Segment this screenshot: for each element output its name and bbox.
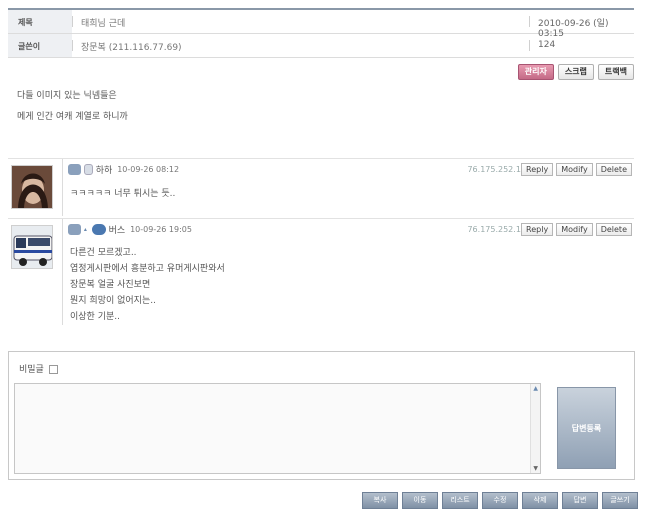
title-label: 제목 (8, 10, 72, 33)
trackback-button[interactable]: 트랙백 (597, 64, 634, 80)
modify-button[interactable]: Modify (556, 163, 593, 176)
comment-ip: 76.175.252.17 (467, 225, 526, 234)
avatar[interactable] (11, 225, 53, 269)
nickname-image-icon (91, 224, 106, 235)
comment-buttons: Reply Modify Delete (521, 163, 632, 176)
post-action-buttons: 관리자 스크랩 트랙백 (517, 64, 634, 80)
post-info-table: 제목 태희님 근데 2010-09-26 (일) 03:15 글쓴이 장문복 (… (8, 8, 634, 58)
comment-line: 이상한 기분.. (70, 312, 120, 322)
comment-date: 10-09-26 19:05 (130, 225, 192, 234)
comment-ip: 76.175.252.17 (467, 165, 526, 174)
view-count: 124 (538, 40, 556, 50)
comment-line: 뭔지 희망이 없어지는.. (70, 296, 156, 306)
scrap-button[interactable]: 스크랩 (557, 64, 594, 80)
post-title: 태희님 근데 (81, 19, 126, 29)
secret-checkbox[interactable] (48, 365, 58, 374)
comment-line: 장문복 얼굴 사진보면 (70, 280, 151, 290)
level-icon (68, 224, 81, 235)
level-icon (68, 164, 81, 175)
content-line: 다들 이미지 있는 닉넴들은 (17, 91, 117, 101)
answer-button[interactable]: 답변 (562, 492, 598, 509)
comment-body: ㅋㅋㅋㅋㅋ 너무 튀시는 듯.. (70, 186, 175, 202)
admin-button[interactable]: 관리자 (517, 64, 554, 80)
scrollbar[interactable]: ▲ ▼ (530, 384, 540, 473)
comment-line: 다른건 모르겠고.. (70, 248, 137, 258)
copy-button[interactable]: 복사 (362, 492, 398, 509)
comment-nick[interactable]: 하하 (96, 166, 113, 176)
badge-icon (83, 164, 93, 175)
comment-line: ㅋㅋㅋㅋㅋ 너무 튀시는 듯.. (70, 189, 176, 199)
comment-body: 다른건 모르겠고.. 엽정게시판에서 흥분하고 유머게시판와서 장문복 얼굴 사… (70, 245, 225, 325)
comment-line: 엽정게시판에서 흥분하고 유머게시판와서 (70, 264, 225, 274)
move-button[interactable]: 이동 (402, 492, 438, 509)
secret-label: 비밀글 (19, 365, 44, 375)
post-title-row: 제목 태희님 근데 2010-09-26 (일) 03:15 (8, 10, 634, 39)
divider (72, 16, 73, 27)
post-author-row: 글쓴이 장문복 (211.116.77.69) 124 (8, 34, 634, 58)
level-icon: ▴ (83, 226, 87, 233)
comment-nick[interactable]: 버스 (109, 226, 126, 236)
list-button[interactable]: 리스트 (442, 492, 478, 509)
comment-header: 하하 10-09-26 08:12 76.175.252.17 Reply Mo… (68, 163, 632, 179)
scroll-up-icon[interactable]: ▲ (533, 385, 538, 392)
content-line: 메게 인간 여캐 계열로 하니까 (17, 112, 128, 122)
delete-post-button[interactable]: 삭제 (522, 492, 558, 509)
reply-form: 비밀글 ▲ ▼ 답변등록 (8, 351, 635, 480)
comment-avatar-column (8, 219, 63, 325)
comment-header: ▴ 버스 10-09-26 19:05 76.175.252.17 Reply … (68, 223, 632, 239)
modify-button[interactable]: Modify (556, 223, 593, 236)
author-label: 글쓴이 (8, 34, 72, 57)
comment-avatar-column (8, 159, 63, 216)
delete-button[interactable]: Delete (595, 163, 632, 176)
submit-reply-button[interactable]: 답변등록 (557, 387, 616, 469)
reply-button[interactable]: Reply (521, 163, 554, 176)
reply-button[interactable]: Reply (521, 223, 554, 236)
divider (529, 16, 530, 27)
comment-buttons: Reply Modify Delete (521, 223, 632, 236)
divider (72, 40, 73, 51)
divider (529, 40, 530, 51)
write-button[interactable]: 글쓰기 (602, 492, 638, 509)
scroll-down-icon[interactable]: ▼ (533, 465, 538, 472)
post-content: 다들 이미지 있는 닉넴들은 메게 인간 여캐 계열로 하니까 (17, 86, 128, 128)
edit-button[interactable]: 수정 (482, 492, 518, 509)
reply-textarea[interactable]: ▲ ▼ (14, 383, 541, 474)
post-author[interactable]: 장문복 (211.116.77.69) (81, 40, 182, 53)
comment-item: ▴ 버스 10-09-26 19:05 76.175.252.17 Reply … (8, 218, 634, 326)
avatar[interactable] (11, 165, 53, 209)
comment-item: 하하 10-09-26 08:12 76.175.252.17 Reply Mo… (8, 158, 634, 216)
bottom-buttons: 복사 이동 리스트 수정 삭제 답변 글쓰기 (362, 492, 638, 509)
secret-option: 비밀글 (19, 362, 58, 375)
delete-button[interactable]: Delete (595, 223, 632, 236)
comment-date: 10-09-26 08:12 (117, 165, 180, 174)
